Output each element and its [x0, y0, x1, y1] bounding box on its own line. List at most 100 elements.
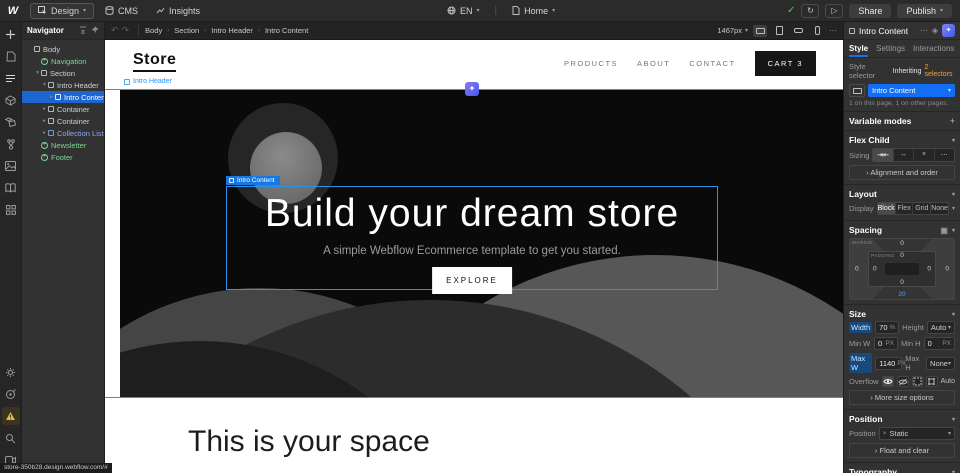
breakpoint-phone-landscape-icon[interactable]	[791, 25, 805, 37]
insights-button[interactable]: Insights	[149, 4, 207, 18]
variables-icon[interactable]	[2, 135, 20, 153]
sizing-grow-icon[interactable]: ↔	[894, 149, 914, 161]
height-select[interactable]: Auto▾	[927, 321, 955, 334]
tree-item-footer[interactable]: +Footer	[22, 151, 104, 163]
sizing-shrink-icon[interactable]: ⇥⇤	[873, 149, 893, 161]
chevron-down-icon[interactable]: ▾	[952, 227, 955, 234]
media-icon[interactable]	[2, 157, 20, 175]
intro-header-selection-label[interactable]: Intro Header	[124, 78, 172, 85]
breakpoint-phone-portrait-icon[interactable]	[810, 25, 824, 37]
settings-gear-icon[interactable]	[2, 363, 20, 381]
float-clear-button[interactable]: › Float and clear	[849, 443, 955, 458]
expand-arrow-icon[interactable]: ▸	[48, 94, 55, 100]
add-variable-mode-icon[interactable]: +	[950, 116, 955, 126]
overflow-clip-icon[interactable]	[926, 376, 938, 387]
tree-item-section[interactable]: ▾Section	[22, 67, 104, 79]
tree-item-navigation[interactable]: +Navigation	[22, 55, 104, 67]
tab-interactions[interactable]: Interactions	[913, 40, 954, 57]
min-h-unit[interactable]: PX	[942, 340, 951, 347]
tree-item-container[interactable]: ▸Container	[22, 103, 104, 115]
breadcrumb-intro-content[interactable]: Intro Content	[265, 26, 308, 35]
collapse-all-icon[interactable]	[79, 26, 87, 36]
webflow-logo-icon[interactable]: W	[0, 5, 26, 17]
chevron-down-icon[interactable]: ▾	[952, 191, 955, 198]
create-component-icon[interactable]: ◈	[932, 26, 938, 35]
breakpoint-indicator-icon[interactable]	[849, 84, 865, 97]
alignment-order-button[interactable]: › Alignment and order	[849, 165, 955, 180]
breakpoint-tablet-icon[interactable]	[772, 25, 786, 37]
cart-button[interactable]: CART 3	[755, 51, 816, 76]
overflow-scroll-icon[interactable]	[912, 376, 924, 387]
nav-link-products[interactable]: PRODUCTS	[564, 59, 618, 68]
tab-settings[interactable]: Settings	[876, 40, 905, 57]
display-block-button[interactable]: Block	[878, 203, 896, 214]
libraries-icon[interactable]	[2, 179, 20, 197]
more-size-options-button[interactable]: › More size options	[849, 390, 955, 405]
apps-icon[interactable]	[2, 201, 20, 219]
padding-top-value[interactable]: 0	[900, 252, 904, 259]
inheriting-count[interactable]: 2 selectors	[924, 64, 955, 78]
padding-right-value[interactable]: 0	[927, 266, 931, 273]
breakpoint-desktop-icon[interactable]	[753, 25, 767, 37]
padding-bottom-value[interactable]: 0	[900, 279, 904, 286]
breadcrumb-body[interactable]: Body	[145, 26, 162, 35]
position-select[interactable]: ×Static▾	[879, 427, 955, 440]
ai-assistant-icon[interactable]: ✦	[942, 24, 955, 37]
search-icon[interactable]	[2, 429, 20, 447]
tab-style[interactable]: Style	[849, 40, 868, 57]
chevron-down-icon[interactable]: ▾	[952, 137, 955, 144]
design-mode-button[interactable]: Design ▾	[30, 3, 94, 19]
chevron-down-icon[interactable]: ▾	[952, 311, 955, 318]
display-flex-button[interactable]: Flex	[896, 203, 914, 214]
store-logo[interactable]: Store	[133, 51, 176, 72]
display-none-button[interactable]: None	[931, 203, 948, 214]
tree-item-container[interactable]: ▸Container	[22, 115, 104, 127]
breadcrumb-intro-header[interactable]: Intro Header	[211, 26, 253, 35]
tree-item-intro-header[interactable]: ▾Intro Header	[22, 79, 104, 91]
explore-button[interactable]: EXPLORE	[432, 267, 512, 294]
tree-item-newsletter[interactable]: +Newsletter	[22, 139, 104, 151]
undo-icon[interactable]: ↶	[111, 25, 122, 35]
audit-warning-icon[interactable]	[2, 407, 20, 425]
margin-right-value[interactable]: 0	[945, 266, 949, 273]
max-w-input[interactable]: 1140PX	[875, 357, 902, 370]
viewport-width-dropdown[interactable]: 1467px▾	[717, 26, 748, 35]
redo-icon[interactable]: ↷	[122, 25, 133, 35]
nav-link-about[interactable]: ABOUT	[637, 59, 670, 68]
chevron-down-icon[interactable]: ▾	[952, 469, 955, 473]
expand-arrow-icon[interactable]: ▾	[34, 70, 41, 76]
expand-arrow-icon[interactable]: ▾	[41, 82, 48, 88]
margin-bottom-value[interactable]: 20	[898, 291, 905, 298]
display-grid-button[interactable]: Grid	[913, 203, 931, 214]
chevron-down-icon[interactable]: ▾	[952, 416, 955, 423]
assets-icon[interactable]	[2, 113, 20, 131]
margin-top-value[interactable]: 0	[900, 240, 904, 247]
share-button[interactable]: Share	[849, 4, 891, 18]
width-unit[interactable]: %	[890, 324, 896, 331]
max-h-select[interactable]: None▾	[926, 357, 955, 370]
margin-left-value[interactable]: 0	[855, 266, 859, 273]
tree-item-intro-content[interactable]: ▸Intro Content	[22, 91, 104, 103]
min-w-unit[interactable]: PX	[885, 340, 894, 347]
components-icon[interactable]	[2, 91, 20, 109]
cms-button[interactable]: CMS	[98, 4, 145, 18]
spacing-settings-icon[interactable]: ▣	[940, 226, 948, 235]
width-input[interactable]: 70%	[875, 321, 899, 334]
preview-play-icon[interactable]: ▷	[825, 4, 843, 18]
class-selector-input[interactable]: Intro Content ▾	[868, 84, 955, 97]
panel-more-icon[interactable]: ⋯	[920, 26, 928, 35]
history-icon[interactable]: ↻	[801, 4, 819, 18]
hero-title[interactable]: Build your dream store	[227, 192, 717, 236]
hero-subtitle[interactable]: A simple Webflow Ecommerce template to g…	[227, 245, 717, 257]
add-element-handle-icon[interactable]: ✦	[465, 82, 479, 96]
more-breakpoints-icon[interactable]: ⋯	[829, 26, 837, 35]
pin-icon[interactable]	[91, 26, 99, 36]
expand-arrow-icon[interactable]: ▸	[41, 106, 48, 112]
overflow-hidden-eye-off-icon[interactable]	[897, 376, 909, 387]
debug-icon[interactable]	[2, 385, 20, 403]
tree-item-collection-list[interactable]: ▸Collection List Wra...	[22, 127, 104, 139]
breadcrumb-section[interactable]: Section	[174, 26, 199, 35]
expand-arrow-icon[interactable]: ▸	[41, 130, 48, 136]
padding-left-value[interactable]: 0	[873, 266, 877, 273]
min-h-input[interactable]: 0PX	[924, 337, 955, 350]
